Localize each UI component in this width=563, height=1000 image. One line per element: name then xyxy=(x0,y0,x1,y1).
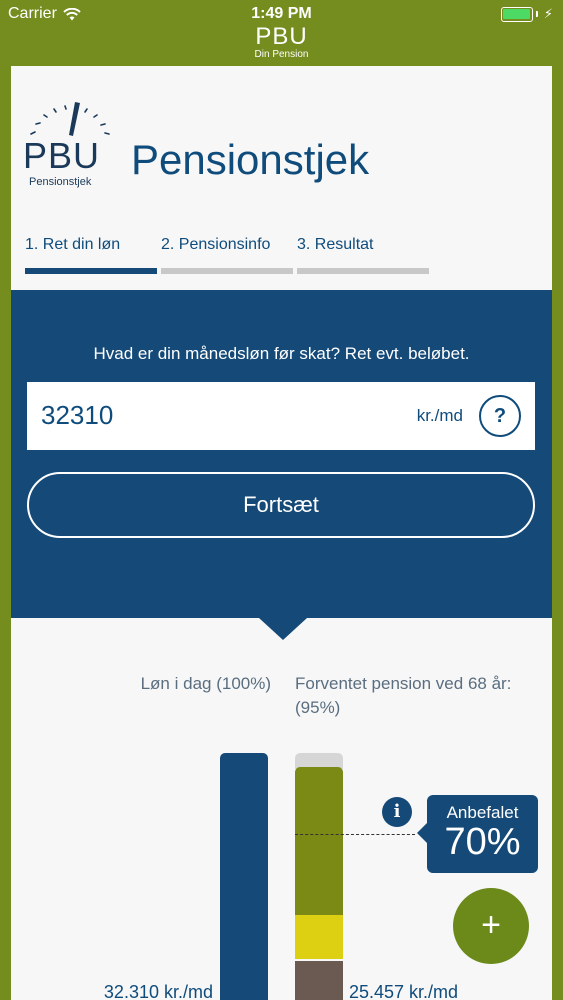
clock: 1:49 PM xyxy=(251,5,312,22)
gauge-icon xyxy=(30,102,110,136)
step-2-bar xyxy=(161,268,293,274)
pension-label: Forventet pension ved 68 år: (95%) xyxy=(295,674,512,717)
recommended-label: Anbefalet xyxy=(446,803,519,822)
brand-subtitle: Din Pension xyxy=(254,49,309,60)
main-card: PBU Pensionstjek Pensionstjek 1. Ret din… xyxy=(11,66,552,1000)
step-1[interactable]: 1. Ret din løn xyxy=(25,236,120,254)
page-title: Pensionstjek xyxy=(131,136,370,183)
panel-pointer xyxy=(259,618,307,640)
recommended-line xyxy=(295,834,415,835)
pensionstjek-logo: PBU Pensionstjek xyxy=(23,100,113,190)
step-3-bar xyxy=(297,268,429,274)
continue-button[interactable]: Fortsæt xyxy=(27,472,535,538)
logo-subtitle: Pensionstjek xyxy=(29,176,92,188)
salary-unit: kr./md xyxy=(416,406,463,425)
add-button[interactable]: + xyxy=(453,888,529,964)
info-icon[interactable]: i xyxy=(382,797,412,827)
salary-panel: Hvad er din månedsløn før skat? Ret evt.… xyxy=(11,290,552,618)
today-salary-bar xyxy=(220,753,268,1000)
today-label: Løn i dag (100%) xyxy=(140,674,271,693)
salary-value[interactable]: 32310 xyxy=(41,400,113,431)
salary-question: Hvad er din månedsløn før skat? Ret evt.… xyxy=(93,344,470,363)
pension-bar-segment-brown xyxy=(295,961,343,1000)
help-button[interactable]: ? xyxy=(479,395,521,437)
step-1-bar xyxy=(25,268,157,274)
logo-wordmark: PBU xyxy=(23,135,101,176)
battery-icon xyxy=(500,6,533,22)
badge-pointer xyxy=(417,823,427,843)
app-header: PBU Din Pension xyxy=(0,24,563,60)
recommended-percentage: 70% xyxy=(444,821,521,863)
pension-bar-segment-yellow xyxy=(295,915,343,959)
step-2[interactable]: 2. Pensionsinfo xyxy=(161,236,270,254)
pension-bar-segment-olive xyxy=(295,767,343,915)
charging-icon: ⚡ xyxy=(543,6,553,21)
today-amount: 32.310 kr./md xyxy=(103,982,213,1000)
recommended-badge: Anbefalet 70% xyxy=(417,795,538,873)
pension-amount: 25.457 kr./md xyxy=(349,982,459,1000)
brand-logo: PBU xyxy=(255,23,308,50)
salary-input[interactable]: 32310 kr./md ? xyxy=(27,382,535,450)
battery-indicator: ⚡ xyxy=(500,6,553,22)
pension-bar xyxy=(295,753,343,1000)
step-3[interactable]: 3. Resultat xyxy=(297,236,373,254)
